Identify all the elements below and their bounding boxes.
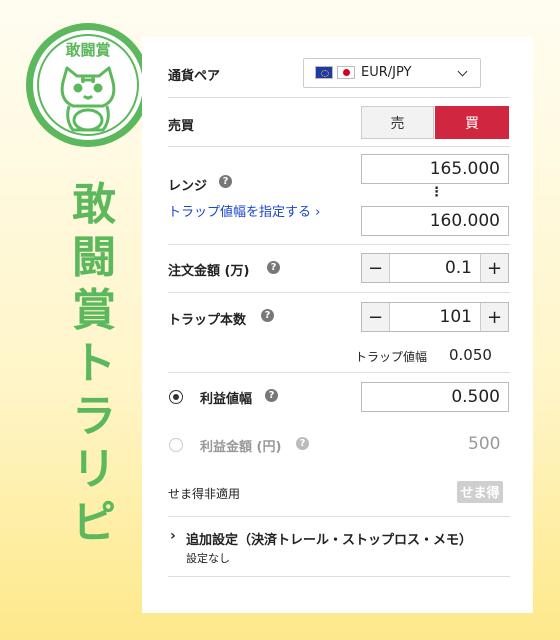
profit-width-input[interactable]: 0.500	[361, 382, 509, 412]
side-title-char: リ	[72, 444, 116, 495]
jp-flag-icon	[337, 66, 355, 79]
divider	[168, 146, 510, 147]
help-icon[interactable]: ?	[219, 175, 232, 188]
profit-amount-radio[interactable]	[169, 438, 183, 452]
divider	[168, 97, 510, 98]
side-title-char: ラ	[72, 391, 116, 442]
help-icon[interactable]: ?	[265, 389, 278, 402]
range-dots: ⋮	[430, 185, 443, 200]
currency-pair-select[interactable]: EUR/JPY	[303, 58, 481, 88]
buy-button[interactable]: 買	[435, 106, 509, 139]
stamp-text: 敢闘賞	[65, 41, 110, 59]
range-upper-input[interactable]: 165.000	[361, 154, 509, 184]
profit-amount-label: 利益金額 (円)	[200, 440, 282, 455]
help-icon[interactable]: ?	[261, 309, 274, 322]
advanced-settings-title: 追加設定（決済トレール・ストップロス・メモ）	[186, 533, 473, 548]
profit-amount-value: 500	[468, 434, 501, 454]
range-lower-input[interactable]: 160.000	[361, 206, 509, 236]
sell-button[interactable]: 売	[361, 106, 434, 139]
profit-width-radio[interactable]	[169, 390, 183, 404]
advanced-settings-sub: 設定なし	[186, 552, 230, 565]
increment-button[interactable]: +	[480, 254, 508, 282]
currency-pair-label: 通貨ペア	[168, 69, 221, 84]
side-title-char: 敢	[72, 179, 116, 230]
sema-badge-text: せま得	[460, 485, 499, 501]
chevron-right-icon: ›	[170, 528, 176, 544]
chevron-down-icon	[457, 66, 468, 77]
side-title: 敢 闘 賞 ト ラ リ ピ	[54, 178, 134, 549]
trap-width-label: トラップ値幅	[355, 350, 428, 364]
side-title-char: 賞	[72, 285, 116, 336]
trap-count-stepper: − 101 +	[361, 302, 509, 332]
currency-pair-value: EUR/JPY	[361, 65, 412, 80]
advanced-settings-toggle[interactable]: › 追加設定（決済トレール・ストップロス・メモ） 設定なし	[168, 526, 510, 570]
order-amount-label: 注文金額 (万)	[168, 264, 250, 279]
trap-width-value: 0.050	[449, 346, 492, 364]
logo-stamp: 敢闘賞	[26, 23, 150, 147]
increment-button[interactable]: +	[480, 303, 508, 331]
order-amount-value[interactable]: 0.1	[445, 254, 472, 282]
decrement-button[interactable]: −	[362, 254, 390, 282]
trap-count-value[interactable]: 101	[440, 303, 472, 331]
help-icon[interactable]: ?	[296, 437, 309, 450]
side-title-char: ピ	[72, 497, 116, 548]
divider	[168, 576, 510, 577]
divider	[168, 372, 510, 373]
profit-width-label: 利益値幅	[200, 392, 253, 407]
trap-width-link[interactable]: トラップ値幅を指定する ›	[168, 201, 320, 220]
divider	[168, 292, 510, 293]
side-title-char: 闘	[72, 232, 116, 283]
trap-count-label: トラップ本数	[168, 313, 247, 328]
decrement-button[interactable]: −	[362, 303, 390, 331]
order-panel: 通貨ペア EUR/JPY 売買 売 買 レンジ ? トラップ値幅を指定する › …	[142, 37, 533, 613]
help-icon[interactable]: ?	[267, 261, 280, 274]
divider	[168, 244, 510, 245]
sema-label: せま得非適用	[168, 487, 241, 501]
eu-flag-icon	[315, 66, 333, 79]
order-amount-stepper: − 0.1 +	[361, 253, 509, 283]
side-label: 売買	[168, 119, 195, 134]
side-title-char: ト	[72, 338, 116, 389]
divider	[168, 516, 510, 517]
sema-badge-icon: せま得	[457, 481, 503, 503]
range-label: レンジ	[168, 179, 208, 194]
